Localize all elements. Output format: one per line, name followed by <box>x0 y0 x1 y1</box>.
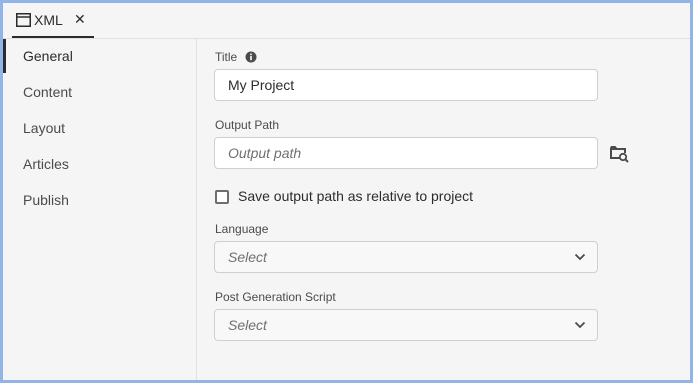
tab-label: XML <box>34 12 63 28</box>
title-value: My Project <box>228 77 295 93</box>
chevron-down-icon <box>574 321 586 329</box>
output-path-input[interactable]: Output path <box>214 137 598 169</box>
language-select[interactable]: Select <box>214 241 598 273</box>
sidebar-item-label: Publish <box>23 192 69 208</box>
tab-bar: XML ✕ <box>3 3 690 39</box>
sidebar-item-label: General <box>23 48 73 64</box>
chevron-down-icon <box>574 253 586 261</box>
language-select-value: Select <box>228 249 267 265</box>
sidebar-item-label: Content <box>23 84 73 100</box>
window-icon <box>16 13 31 27</box>
info-icon[interactable] <box>245 51 257 63</box>
output-path-placeholder: Output path <box>228 145 302 161</box>
post-script-label: Post Generation Script <box>215 290 336 304</box>
sidebar: General Content Layout Articles Publish <box>3 39 197 380</box>
sidebar-item-publish[interactable]: Publish <box>3 183 196 217</box>
settings-panel: Title My Project Output Path Output path… <box>197 39 690 380</box>
relative-path-checkbox-label: Save output path as relative to project <box>238 188 474 204</box>
post-script-select-value: Select <box>228 317 267 333</box>
folder-search-icon[interactable] <box>609 145 629 163</box>
sidebar-item-label: Articles <box>23 156 69 172</box>
tab-xml[interactable]: XML ✕ <box>12 3 94 38</box>
sidebar-item-content[interactable]: Content <box>3 75 196 109</box>
title-input[interactable]: My Project <box>214 69 598 101</box>
sidebar-item-general[interactable]: General <box>3 39 196 73</box>
close-icon[interactable]: ✕ <box>74 11 86 28</box>
post-script-select[interactable]: Select <box>214 309 598 341</box>
language-label: Language <box>215 222 269 236</box>
relative-path-checkbox[interactable] <box>215 190 229 204</box>
title-label: Title <box>215 50 238 64</box>
sidebar-item-label: Layout <box>23 120 66 136</box>
sidebar-item-articles[interactable]: Articles <box>3 147 196 181</box>
output-path-label: Output Path <box>215 118 280 132</box>
sidebar-item-layout[interactable]: Layout <box>3 111 196 145</box>
